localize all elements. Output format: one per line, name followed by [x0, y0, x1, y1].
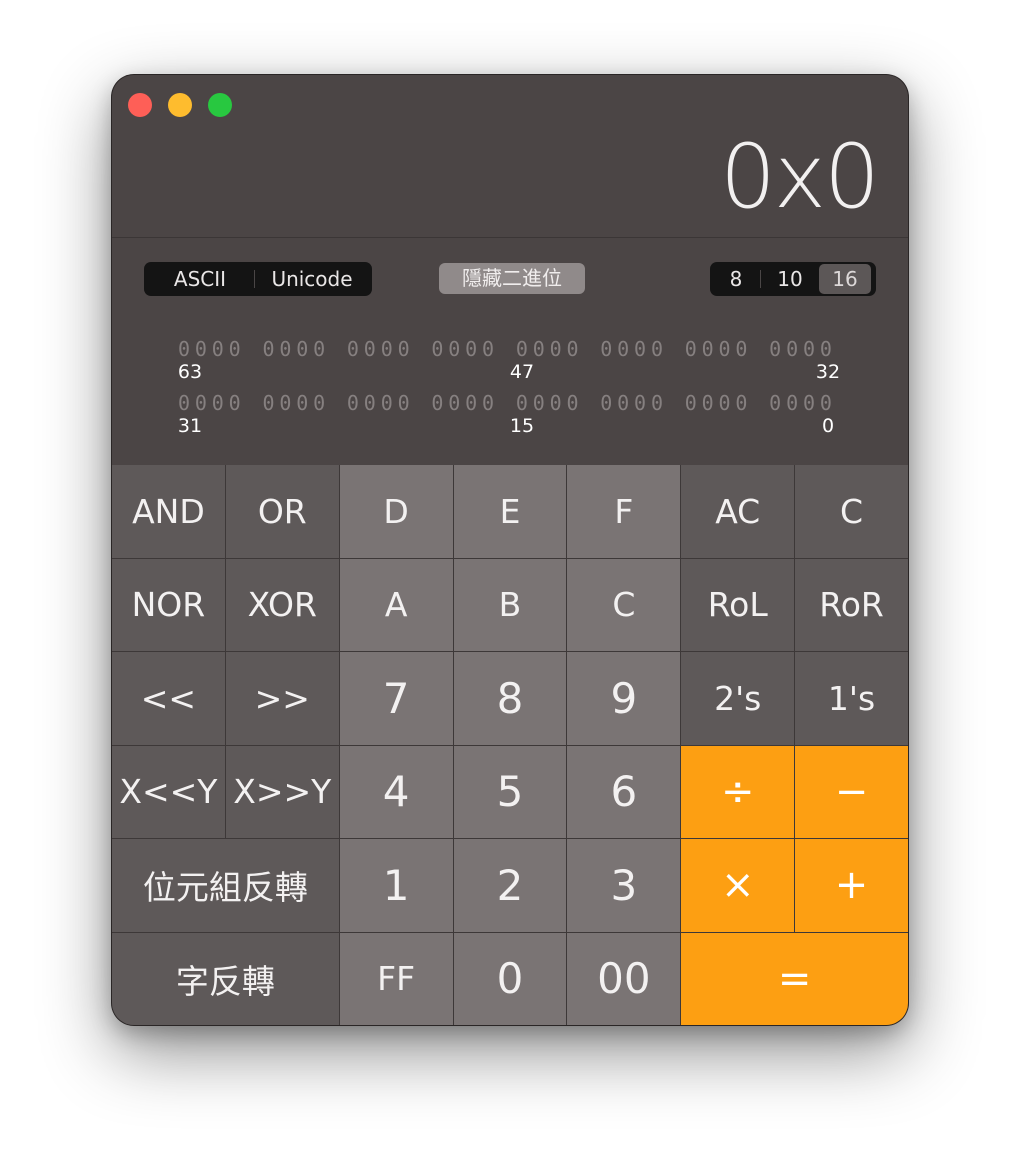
- digit-3-button[interactable]: 3: [567, 839, 681, 932]
- hex-a-button[interactable]: A: [339, 558, 453, 651]
- twos-complement-button[interactable]: 2's: [681, 652, 795, 745]
- base-option-10[interactable]: 10: [761, 264, 819, 294]
- encoding-option-ascii[interactable]: ASCII: [146, 264, 254, 294]
- double-zero-button[interactable]: 00: [567, 932, 681, 1025]
- and-button[interactable]: AND: [112, 465, 225, 558]
- byte-flip-button[interactable]: 位元組反轉: [112, 839, 339, 932]
- all-clear-button[interactable]: AC: [681, 465, 795, 558]
- multiply-button[interactable]: ×: [681, 839, 795, 932]
- hex-f-button[interactable]: F: [567, 465, 681, 558]
- x-shift-left-y-button[interactable]: X<<Y: [112, 745, 225, 838]
- digit-4-button[interactable]: 4: [339, 745, 453, 838]
- bit-index-31: 31: [177, 415, 203, 437]
- bit-index-0: 0: [821, 415, 835, 437]
- base-selector: 8 10 16: [710, 262, 876, 296]
- plus-button[interactable]: +: [795, 839, 908, 932]
- hide-binary-button[interactable]: 隱藏二進位: [439, 263, 585, 294]
- digit-8-button[interactable]: 8: [453, 652, 567, 745]
- display-value: 0x0: [719, 125, 880, 228]
- rotate-left-button[interactable]: RoL: [681, 558, 795, 651]
- binary-bits-upper[interactable]: 0000 0000 0000 0000 0000 0000 0000 0000: [178, 337, 837, 361]
- digit-0-button[interactable]: 0: [453, 932, 567, 1025]
- shift-left-button[interactable]: <<: [112, 652, 225, 745]
- hex-d-button[interactable]: D: [339, 465, 453, 558]
- encoding-option-unicode[interactable]: Unicode: [255, 264, 369, 294]
- digit-6-button[interactable]: 6: [567, 745, 681, 838]
- xor-button[interactable]: XOR: [225, 558, 339, 651]
- digit-7-button[interactable]: 7: [339, 652, 453, 745]
- calculator-window: 0x0 ASCII Unicode 隱藏二進位 8 10 16 0000 000…: [112, 75, 908, 1025]
- minimize-window-button[interactable]: [168, 93, 192, 117]
- bit-index-32: 32: [815, 361, 841, 383]
- hex-c-button[interactable]: C: [567, 558, 681, 651]
- digit-2-button[interactable]: 2: [453, 839, 567, 932]
- digit-5-button[interactable]: 5: [453, 745, 567, 838]
- encoding-selector: ASCII Unicode: [144, 262, 372, 296]
- shift-right-button[interactable]: >>: [225, 652, 339, 745]
- base-option-8[interactable]: 8: [712, 264, 760, 294]
- word-flip-button[interactable]: 字反轉: [112, 932, 339, 1025]
- keypad: AND OR D E F AC C NOR XOR A B C RoL RoR …: [112, 465, 908, 1025]
- minus-button[interactable]: −: [795, 745, 908, 838]
- digit-9-button[interactable]: 9: [567, 652, 681, 745]
- equals-button[interactable]: =: [681, 932, 908, 1025]
- digit-1-button[interactable]: 1: [339, 839, 453, 932]
- rotate-right-button[interactable]: RoR: [795, 558, 908, 651]
- display-divider: [112, 237, 908, 238]
- divide-button[interactable]: ÷: [681, 745, 795, 838]
- bit-index-47: 47: [509, 361, 535, 383]
- bit-index-63: 63: [177, 361, 203, 383]
- x-shift-right-y-button[interactable]: X>>Y: [225, 745, 339, 838]
- nor-button[interactable]: NOR: [112, 558, 225, 651]
- clear-button[interactable]: C: [795, 465, 908, 558]
- close-window-button[interactable]: [128, 93, 152, 117]
- bit-index-15: 15: [509, 415, 535, 437]
- or-button[interactable]: OR: [225, 465, 339, 558]
- base-option-16[interactable]: 16: [819, 264, 871, 294]
- binary-bits-lower[interactable]: 0000 0000 0000 0000 0000 0000 0000 0000: [178, 391, 837, 415]
- ones-complement-button[interactable]: 1's: [795, 652, 908, 745]
- hex-b-button[interactable]: B: [453, 558, 567, 651]
- hex-e-button[interactable]: E: [453, 465, 567, 558]
- zoom-window-button[interactable]: [208, 93, 232, 117]
- hex-ff-button[interactable]: FF: [339, 932, 453, 1025]
